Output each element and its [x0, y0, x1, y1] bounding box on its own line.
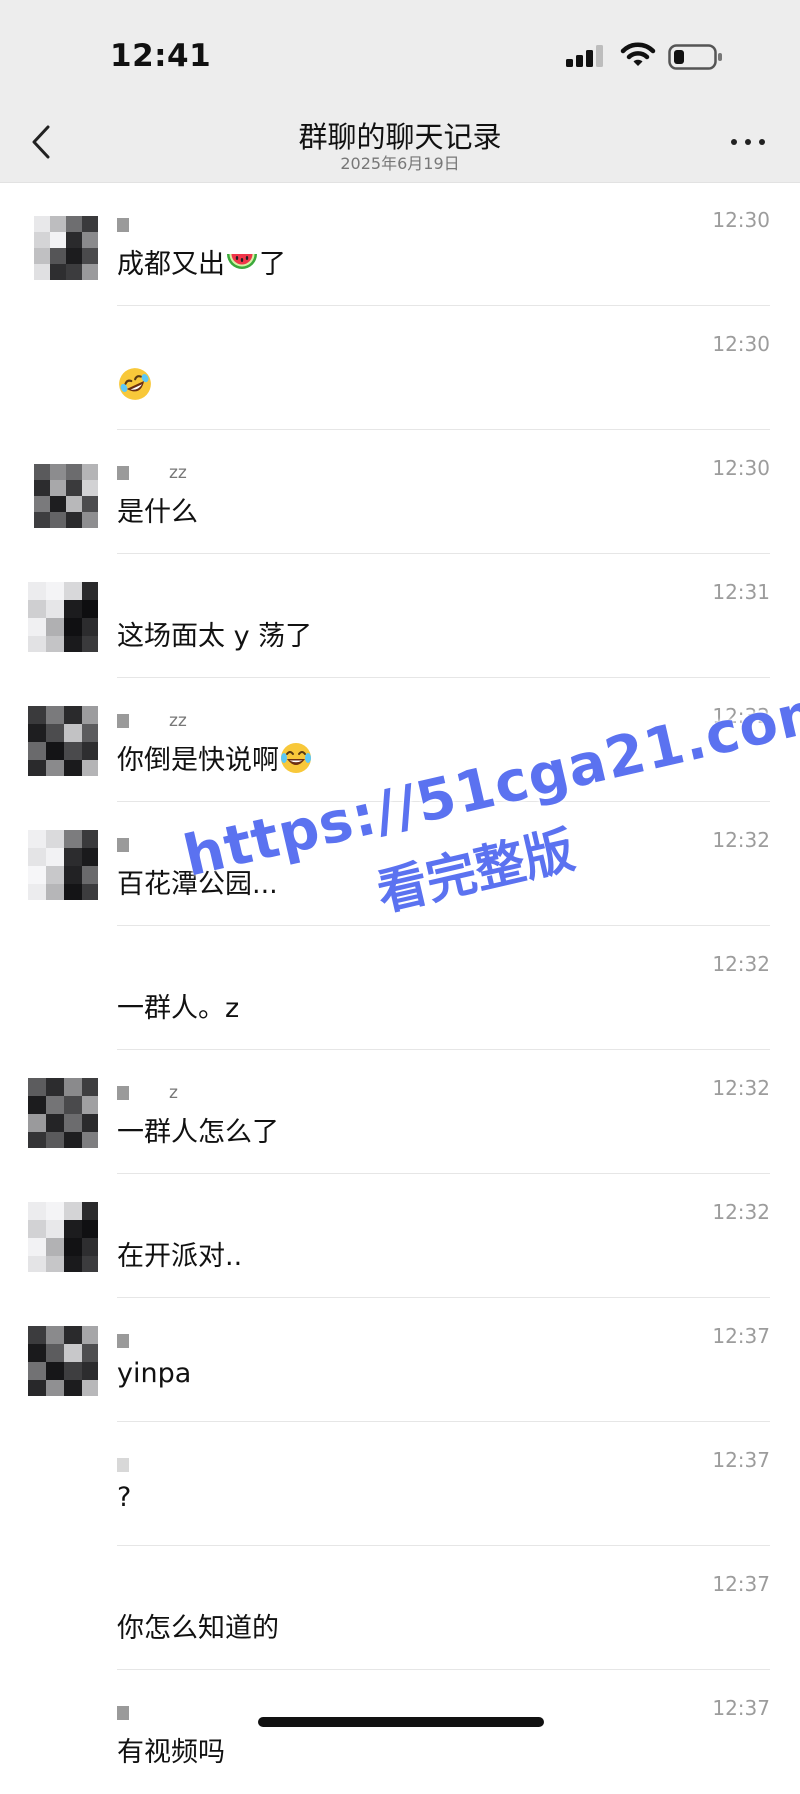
message-text-part: 成都又出: [117, 249, 225, 280]
message-time: 12:32: [712, 704, 770, 728]
message-time: 12:32: [712, 828, 770, 852]
message-text-part: 你倒是快说啊: [117, 745, 279, 776]
list-item[interactable]: 12:37 你怎么知道的: [0, 1546, 800, 1670]
message-time: 12:32: [712, 1076, 770, 1100]
sender-name-redacted: [117, 1703, 129, 1721]
avatar[interactable]: [28, 1326, 98, 1396]
message-text: 有视频吗: [117, 1737, 225, 1768]
sender-name-redacted: [117, 215, 129, 233]
message-text: 在开派对..: [117, 1241, 243, 1272]
message-time: 12:31: [712, 580, 770, 604]
message-time: 12:37: [712, 1324, 770, 1348]
sender-name-suffix: zz: [169, 463, 187, 483]
list-item[interactable]: z 12:32 一群人怎么了: [0, 1050, 800, 1174]
message-text: 一群人。z: [117, 993, 240, 1024]
navigation-bar: 群聊的聊天记录 2025年6月19日: [0, 92, 800, 183]
status-bar: 12:41: [0, 0, 800, 92]
watermelon-emoji-icon: [227, 254, 257, 269]
more-dots-icon[interactable]: [729, 139, 769, 149]
message-text: 是什么: [117, 497, 198, 528]
message-text: 成都又出 了: [117, 242, 286, 281]
avatar[interactable]: [28, 1202, 98, 1272]
sender-name-suffix: z: [169, 1083, 178, 1103]
avatar[interactable]: [28, 582, 98, 652]
message-time: 12:32: [712, 1200, 770, 1224]
sender-name-redacted: zz: [117, 711, 187, 731]
status-time: 12:41: [110, 38, 212, 74]
sender-name-redacted: [117, 1331, 129, 1349]
message-text: [117, 366, 153, 403]
list-item[interactable]: 12:32 一群人。z: [0, 926, 800, 1050]
message-time: 12:30: [712, 208, 770, 232]
tears-of-joy-emoji-icon: [281, 743, 311, 773]
wifi-icon: [620, 42, 656, 66]
list-item[interactable]: 12:32 百花潭公园...: [0, 802, 800, 926]
avatar[interactable]: [34, 464, 98, 528]
list-item[interactable]: zz 12:30 是什么: [0, 430, 800, 554]
avatar[interactable]: [28, 706, 98, 776]
message-text: 一群人怎么了: [117, 1117, 279, 1148]
message-text: yinpa: [117, 1358, 192, 1389]
message-text: 你怎么知道的: [117, 1613, 279, 1644]
message-text: ?: [117, 1482, 132, 1513]
message-time: 12:30: [712, 456, 770, 480]
list-item[interactable]: 12:37 有视频吗: [0, 1670, 800, 1794]
sender-name-redacted: [117, 835, 129, 853]
rolling-laugh-emoji-icon: [119, 368, 151, 400]
list-item[interactable]: 12:37 yinpa: [0, 1298, 800, 1422]
list-item[interactable]: 12:30: [0, 306, 800, 430]
list-item[interactable]: 12:30 成都又出 了: [0, 182, 800, 306]
list-item[interactable]: zz 12:32 你倒是快说啊: [0, 678, 800, 802]
sender-name-redacted: z: [117, 1083, 178, 1103]
message-text-part: 了: [259, 249, 286, 280]
battery-icon: [668, 44, 722, 70]
message-time: 12:37: [712, 1448, 770, 1472]
avatar[interactable]: [28, 1078, 98, 1148]
avatar[interactable]: [34, 216, 98, 280]
message-time: 12:37: [712, 1696, 770, 1720]
message-text: 你倒是快说啊: [117, 738, 313, 777]
message-time: 12:30: [712, 332, 770, 356]
list-item[interactable]: 12:32 在开派对..: [0, 1174, 800, 1298]
message-text: 百花潭公园...: [117, 869, 278, 900]
sender-name-suffix: zz: [169, 711, 187, 731]
page-subtitle-date: 2025年6月19日: [340, 154, 460, 173]
chat-history-list[interactable]: 12:30 成都又出 了 12:30 zz 12:30 是什么 12:31 这场…: [0, 182, 800, 1794]
message-time: 12:37: [712, 1572, 770, 1596]
avatar[interactable]: [28, 830, 98, 900]
message-text: 这场面太 y 荡了: [117, 621, 313, 652]
sender-name-redacted: zz: [117, 463, 187, 483]
cellular-signal-icon: [566, 45, 603, 67]
sender-name-redacted: [117, 1455, 129, 1473]
list-item[interactable]: 12:31 这场面太 y 荡了: [0, 554, 800, 678]
message-time: 12:32: [712, 952, 770, 976]
home-indicator[interactable]: [258, 1717, 544, 1727]
list-item[interactable]: 12:37 ?: [0, 1422, 800, 1546]
